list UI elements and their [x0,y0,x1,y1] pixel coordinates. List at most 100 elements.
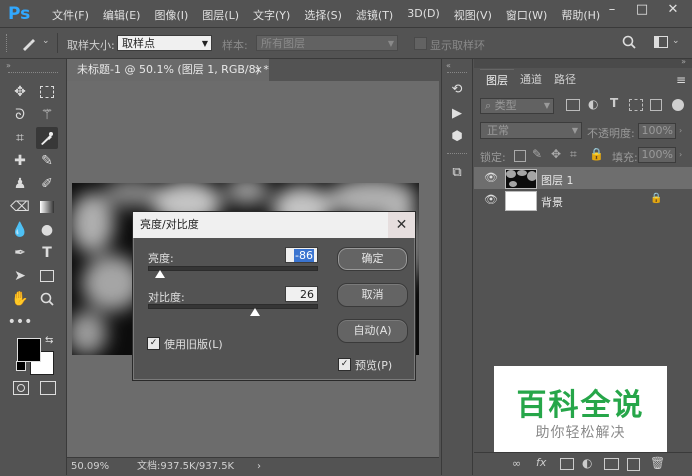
menu-item[interactable]: 视图(V) [447,7,499,23]
filter-toggle-icon[interactable] [672,99,684,111]
document-tab-close-icon[interactable]: × [254,59,263,81]
brush-tool-icon[interactable]: ✎ [36,150,58,172]
tab-channels[interactable]: 通道 [514,69,548,91]
contrast-slider-track[interactable] [148,304,318,309]
menu-item[interactable]: 文件(F) [45,7,96,23]
shape-tool-icon[interactable] [36,265,58,287]
menu-item[interactable]: 编辑(E) [96,7,148,23]
fx-icon[interactable]: fx [536,456,546,469]
layer-row[interactable]: 👁 图层 1 [474,167,692,189]
eye-icon[interactable]: 👁 [484,193,498,206]
move-tool-icon[interactable]: ✥ [9,81,31,103]
filter-pixel-icon[interactable] [566,99,580,111]
maximize-button[interactable]: □ [630,2,654,22]
show-ring-checkbox[interactable] [414,37,427,50]
preview-checkbox[interactable]: ✓ [338,358,351,371]
mask-icon[interactable] [560,458,574,470]
fill-chevron-icon[interactable]: › [679,150,682,159]
eyedropper-preset-icon[interactable] [20,34,38,56]
collapse-arrows-icon[interactable]: » [681,57,686,66]
dodge-tool-icon[interactable]: ● [36,219,58,241]
filter-adjustment-icon[interactable]: ◐ [588,97,598,111]
hand-tool-icon[interactable]: ✋ [9,288,31,310]
gradient-tool-icon[interactable] [36,196,58,218]
tab-paths[interactable]: 路径 [548,69,582,91]
collapse-arrows-icon[interactable]: « [446,61,451,70]
status-menu-arrow-icon[interactable]: › [257,458,261,476]
filter-smart-object-icon[interactable] [650,99,662,111]
document-tab[interactable]: 未标题-1 @ 50.1% (图层 1, RGB/8) * × [67,59,269,81]
cancel-button[interactable]: 取消 [337,283,408,307]
group-icon[interactable] [604,458,619,470]
auto-button[interactable]: 自动(A) [337,319,408,343]
menu-item[interactable]: 滤镜(T) [349,7,400,23]
contrast-field[interactable]: 26 [285,286,318,302]
search-icon[interactable] [622,35,636,52]
zoom-tool-icon[interactable] [36,288,58,310]
sample-select[interactable]: 所有图层 ▼ [256,35,398,51]
menu-item[interactable]: 图层(L) [195,7,246,23]
lock-transparent-icon[interactable] [514,150,526,162]
dialog-title-bar[interactable]: 亮度/对比度 [133,212,415,238]
brightness-slider-thumb[interactable] [154,270,165,278]
filter-type-icon[interactable]: T [610,96,618,110]
blend-mode-select[interactable]: 正常 ▼ [480,122,582,139]
opacity-chevron-icon[interactable]: › [679,126,682,135]
lasso-tool-icon[interactable]: ᘐ [9,104,31,126]
marquee-tool-icon[interactable] [36,81,58,103]
actions-panel-icon[interactable]: ▶ [446,102,468,124]
close-window-button[interactable]: ✕ [661,2,685,22]
pen-tool-icon[interactable]: ✒ [9,242,31,264]
zoom-level[interactable]: 50.09% [71,458,109,476]
brightness-slider-track[interactable] [148,266,318,271]
eyedropper-tool-icon[interactable] [36,127,58,149]
layer-row[interactable]: 👁 背景 🔒 [474,189,692,211]
workspace-icon[interactable] [654,36,668,48]
layer-filter-select[interactable]: ⌕ 类型 ▼ [480,98,554,114]
trash-icon[interactable]: 🗑 [650,456,665,470]
history-panel-icon[interactable]: ⟲ [446,78,468,100]
adjustment-icon[interactable]: ◐ [582,456,592,470]
foreground-color-swatch[interactable] [17,338,41,362]
blur-tool-icon[interactable]: 💧 [9,219,31,241]
fill-field[interactable]: 100% [638,147,676,163]
lock-all-icon[interactable]: 🔒 [589,147,604,161]
menu-item[interactable]: 图像(I) [147,7,195,23]
stamp-tool-icon[interactable]: ♟ [9,173,31,195]
preset-chevron-down-icon[interactable]: ⌄ [42,36,50,46]
filter-shape-icon[interactable] [629,99,643,111]
new-layer-icon[interactable] [627,458,640,471]
opacity-field[interactable]: 100% [638,123,676,139]
crop-tool-icon[interactable]: ⌗ [9,127,31,149]
eraser-tool-icon[interactable]: ⌫ [9,196,31,218]
workspace-chevron-down-icon[interactable]: ⌄ [672,36,680,46]
more-tools-icon[interactable]: ••• [8,311,33,333]
healing-brush-tool-icon[interactable]: ✚ [9,150,31,172]
tab-layers[interactable]: 图层 [480,69,514,92]
history-brush-tool-icon[interactable]: ✐ [36,173,58,195]
default-colors-icon[interactable] [16,361,26,371]
menu-item[interactable]: 文字(Y) [246,7,297,23]
path-selection-tool-icon[interactable]: ➤ [9,265,31,287]
3d-panel-icon[interactable]: ⬢ [446,125,468,147]
contrast-slider-thumb[interactable] [250,308,261,316]
minimize-button[interactable]: – [600,2,624,22]
magic-wand-tool-icon[interactable]: ⚚ [36,104,58,126]
lock-artboard-icon[interactable]: ⌗ [570,147,577,162]
legacy-checkbox[interactable]: ✓ [147,337,160,350]
type-tool-icon[interactable]: T [36,242,58,264]
menu-item[interactable]: 窗口(W) [499,7,554,23]
panel-menu-icon[interactable]: ≡ [676,73,686,87]
ok-button[interactable]: 确定 [337,247,408,271]
quick-mask-icon[interactable] [13,381,29,395]
sample-size-select[interactable]: 取样点 ▼ [117,35,212,51]
brightness-field[interactable]: -86 [285,247,318,263]
menu-item[interactable]: 选择(S) [297,7,349,23]
swap-colors-icon[interactable]: ⇆ [45,335,53,346]
dialog-close-button[interactable]: ✕ [388,212,415,238]
properties-panel-icon[interactable]: ⧉ [446,161,468,183]
eye-icon[interactable]: 👁 [484,171,498,184]
screen-mode-icon[interactable] [40,381,56,395]
lock-pixels-icon[interactable]: ✎ [532,147,542,161]
collapse-arrows-icon[interactable]: » [6,61,11,70]
